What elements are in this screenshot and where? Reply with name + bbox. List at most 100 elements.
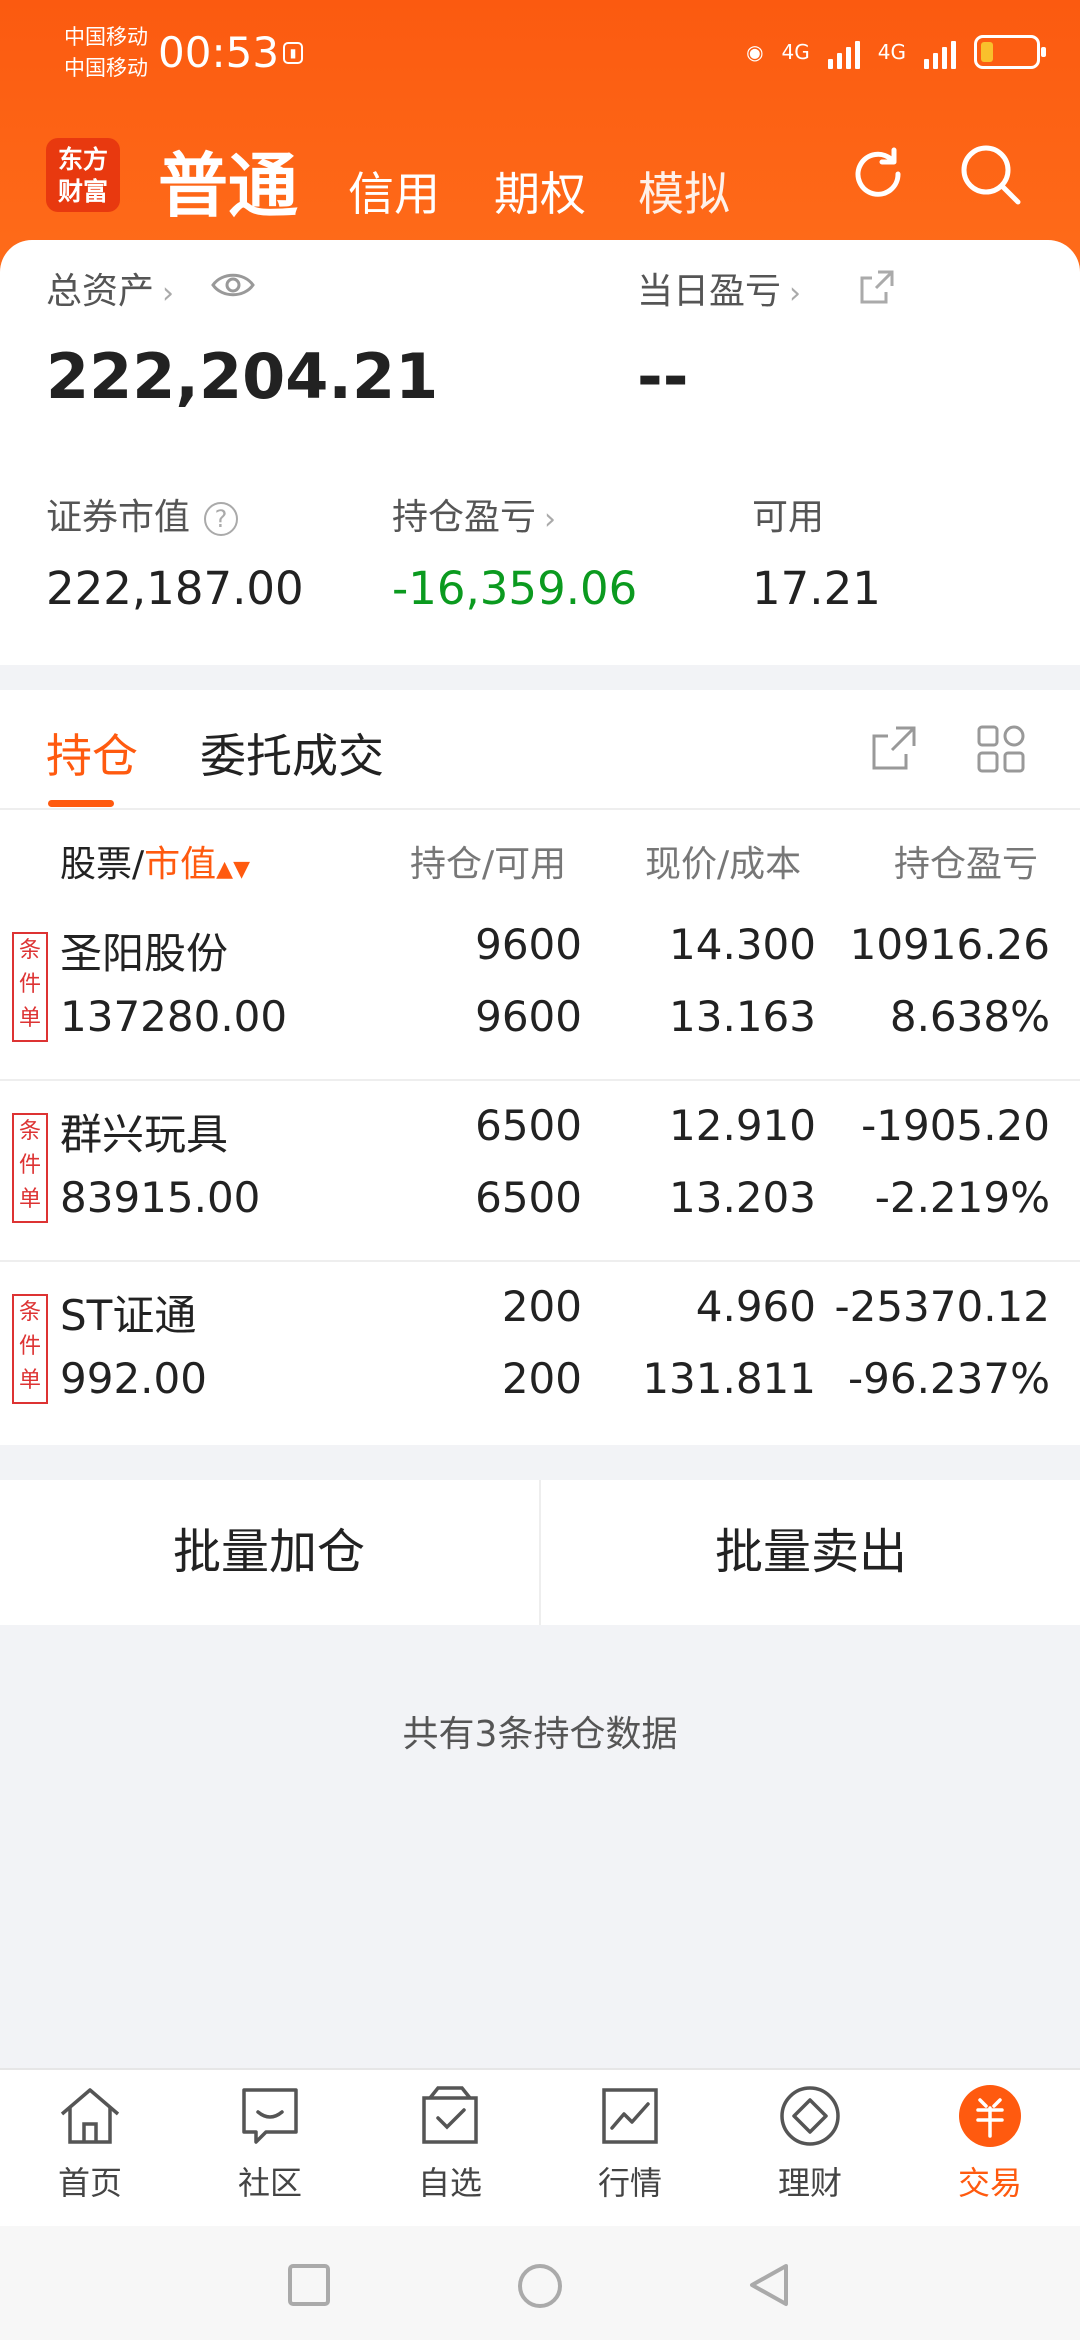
clock: 00:53 xyxy=(158,28,280,77)
market-value: 222,187.00 xyxy=(46,562,304,615)
pl-amount: -25370.12 xyxy=(834,1282,1050,1331)
eye-icon[interactable] xyxy=(210,270,256,300)
nav-trade[interactable]: 交易 xyxy=(900,2084,1080,2224)
asset-summary-card: 总资产 › 222,204.21 当日盈亏 › -- 证券市值? 222,187.0… xyxy=(0,240,1080,665)
chat-icon xyxy=(242,2088,298,2144)
pl-amount: -1905.20 xyxy=(861,1101,1050,1150)
sort-icon: ▲▼ xyxy=(216,857,250,882)
holding: 200 xyxy=(501,1282,582,1331)
export-icon[interactable] xyxy=(870,724,918,772)
network-2-label: 4G xyxy=(877,40,906,64)
holding: 9600 xyxy=(475,920,582,969)
tab-positions[interactable]: 持仓 xyxy=(46,720,138,786)
active-tab-indicator xyxy=(48,800,114,807)
tab-options[interactable]: 期权 xyxy=(494,158,586,224)
chevron-right-icon: › xyxy=(544,502,557,537)
stock-market-value: 83915.00 xyxy=(60,1173,261,1222)
pl-percent: 8.638% xyxy=(889,992,1050,1041)
home-icon xyxy=(60,2088,120,2144)
pl-percent: -96.237% xyxy=(847,1354,1050,1403)
search-icon[interactable] xyxy=(956,140,1024,208)
tab-simulation[interactable]: 模拟 xyxy=(638,158,730,224)
status-icons: ◉ 4G 4G xyxy=(746,30,1046,74)
wealth-icon xyxy=(780,2086,840,2146)
status-bar: 中国移动 中国移动 00:53 ▮ ◉ 4G 4G xyxy=(0,0,1080,110)
position-pl-link[interactable]: 持仓盈亏 › xyxy=(392,488,556,540)
account-type-nav: 东方财富 普通 信用 期权 模拟 xyxy=(0,120,1080,230)
market-value-label: 证券市值? xyxy=(46,488,239,540)
battery-icon xyxy=(974,35,1046,69)
divider xyxy=(539,1480,541,1625)
stock-name: 群兴玩具 xyxy=(60,1110,229,1159)
grid-view-icon[interactable] xyxy=(976,724,1026,774)
col-pl[interactable]: 持仓盈亏 xyxy=(894,835,1054,887)
watchlist-icon xyxy=(422,2086,478,2144)
stock-market-value: 137280.00 xyxy=(60,992,288,1041)
holding: 6500 xyxy=(475,1101,582,1150)
cost: 13.163 xyxy=(669,992,816,1041)
col-price: 现价/成本 xyxy=(645,844,802,885)
batch-sell-button[interactable]: 批量卖出 xyxy=(542,1480,1080,1625)
notification-icon: ▮ xyxy=(283,42,303,64)
table-row[interactable]: 条件单 圣阳股份 137280.00 9600 9600 14.300 13.1… xyxy=(0,900,1080,1081)
carrier-1: 中国移动 xyxy=(64,25,148,49)
hd-icon: ◉ xyxy=(746,40,764,64)
table-row[interactable]: 条件单 群兴玩具 83915.00 6500 6500 12.910 13.20… xyxy=(0,1081,1080,1262)
nav-wealth[interactable]: 理财 xyxy=(720,2084,900,2224)
pl-percent: -2.219% xyxy=(874,1173,1050,1222)
batch-add-button[interactable]: 批量加仓 xyxy=(0,1480,538,1625)
conditional-order-tag[interactable]: 条件单 xyxy=(12,1113,48,1223)
recents-icon[interactable] xyxy=(286,2262,332,2308)
cost: 13.203 xyxy=(669,1173,816,1222)
share-icon[interactable] xyxy=(858,268,896,306)
conditional-order-tag[interactable]: 条件单 xyxy=(12,932,48,1042)
nav-watchlist[interactable]: 自选 xyxy=(360,2084,540,2224)
tab-normal[interactable]: 普通 xyxy=(158,130,298,231)
stock-name: ST证通 xyxy=(60,1291,197,1340)
nav-home[interactable]: 首页 xyxy=(0,2084,180,2224)
signal-1-icon xyxy=(827,35,860,69)
available-label: 可用 xyxy=(752,497,825,538)
daily-pl-value: -- xyxy=(637,340,689,413)
position-pl-value: -16,359.06 xyxy=(392,562,638,615)
available: 6500 xyxy=(475,1173,582,1222)
total-assets-link[interactable]: 总资产 › xyxy=(46,262,174,314)
tab-credit[interactable]: 信用 xyxy=(348,158,440,224)
carrier-labels: 中国移动 中国移动 xyxy=(64,22,148,84)
cost: 131.811 xyxy=(642,1354,816,1403)
price: 4.960 xyxy=(695,1282,816,1331)
total-assets-value: 222,204.21 xyxy=(46,340,439,413)
conditional-order-tag[interactable]: 条件单 xyxy=(12,1294,48,1404)
system-nav-bar xyxy=(0,2226,1080,2340)
home-button-icon[interactable] xyxy=(516,2262,564,2310)
chevron-right-icon: › xyxy=(162,276,175,311)
stock-market-value: 992.00 xyxy=(60,1354,207,1403)
trade-icon xyxy=(959,2085,1021,2147)
price: 12.910 xyxy=(669,1101,816,1150)
app-logo[interactable]: 东方财富 xyxy=(46,138,120,212)
available: 200 xyxy=(501,1354,582,1403)
positions-tabs: 持仓 委托成交 xyxy=(0,690,1080,810)
chart-icon xyxy=(602,2088,658,2144)
nav-market[interactable]: 行情 xyxy=(540,2084,720,2224)
chevron-right-icon: › xyxy=(789,276,802,311)
col-holding: 持仓/可用 xyxy=(410,844,567,885)
network-1-label: 4G xyxy=(781,40,810,64)
stock-name: 圣阳股份 xyxy=(60,929,229,978)
refresh-icon[interactable] xyxy=(846,142,910,206)
col-stock-sort[interactable]: 股票/市值▲▼ xyxy=(60,835,250,887)
positions-panel: 持仓 委托成交 股票/市值▲▼ 持仓/可用 现价/成本 持仓盈亏 条件单 圣阳股… xyxy=(0,690,1080,1445)
tab-orders[interactable]: 委托成交 xyxy=(200,720,384,786)
bottom-nav: 首页 社区 自选 行情 理财 交易 xyxy=(0,2068,1080,2226)
nav-community[interactable]: 社区 xyxy=(180,2084,360,2224)
available-value: 17.21 xyxy=(752,562,881,615)
positions-count-text: 共有3条持仓数据 xyxy=(402,1714,678,1755)
back-icon[interactable] xyxy=(746,2262,792,2308)
signal-2-icon xyxy=(924,35,956,69)
table-row[interactable]: 条件单 ST证通 992.00 200 200 4.960 131.811 -2… xyxy=(0,1262,1080,1443)
batch-actions: 批量加仓 批量卖出 xyxy=(0,1480,1080,1625)
price: 14.300 xyxy=(669,920,816,969)
help-icon[interactable]: ? xyxy=(204,502,239,536)
available: 9600 xyxy=(475,992,582,1041)
daily-pl-link[interactable]: 当日盈亏 › xyxy=(637,262,801,314)
